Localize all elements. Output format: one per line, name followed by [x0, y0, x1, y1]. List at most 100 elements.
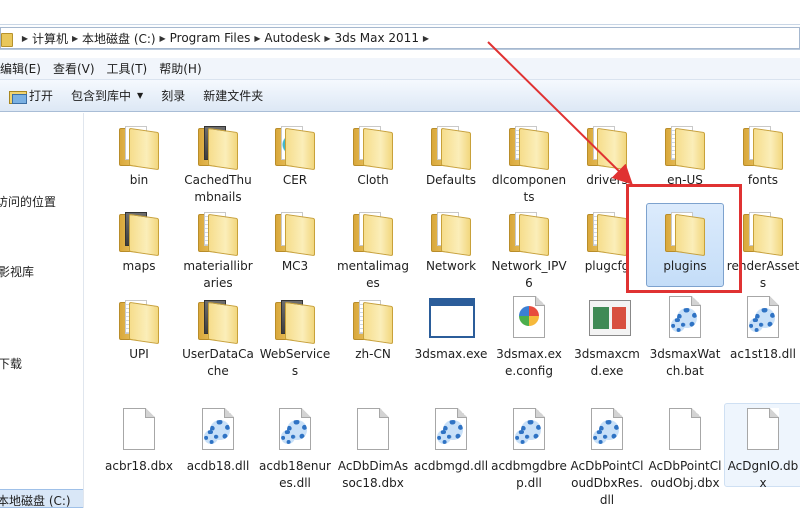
- folder-icon: [267, 206, 323, 258]
- file-item[interactable]: 3dsmax.exe: [412, 291, 490, 375]
- file-icon: [657, 406, 713, 458]
- file-item[interactable]: 3dsmax.exe.config: [490, 291, 568, 378]
- file-item[interactable]: acdbmgdbrep.dll: [490, 403, 568, 490]
- config-file-icon: [501, 294, 557, 346]
- nav-item-local-disk[interactable]: 本地磁盘 (C:): [0, 492, 71, 508]
- file-item[interactable]: MC3: [256, 203, 334, 287]
- folder-icon: [501, 206, 557, 258]
- file-item[interactable]: acdb18enures.dll: [256, 403, 334, 490]
- file-item[interactable]: materiallibraries: [179, 203, 257, 290]
- file-item[interactable]: Network: [412, 203, 490, 287]
- file-item[interactable]: maps: [100, 203, 178, 287]
- file-name: CER: [282, 173, 308, 187]
- file-name: UserDataCache: [182, 347, 254, 378]
- file-item[interactable]: Cloth: [334, 117, 412, 201]
- file-item[interactable]: CER: [256, 117, 334, 201]
- file-name: 3dsmax.exe.config: [496, 347, 562, 378]
- new-folder-button[interactable]: 新建文件夹: [194, 84, 272, 108]
- chevron-right-icon[interactable]: ▶: [323, 28, 331, 48]
- folder-icon: [423, 206, 479, 258]
- folder-icon: [579, 120, 635, 172]
- file-item[interactable]: WebServices: [256, 291, 334, 378]
- file-item[interactable]: bin: [100, 117, 178, 201]
- breadcrumb-computer[interactable]: 计算机: [29, 28, 71, 48]
- file-item[interactable]: acdbmgd.dll: [412, 403, 490, 487]
- open-label: 打开: [29, 89, 54, 103]
- include-library-label: 包含到库中: [71, 89, 132, 103]
- file-name: MC3: [281, 259, 309, 273]
- breadcrumb-autodesk[interactable]: Autodesk: [261, 28, 323, 48]
- file-item[interactable]: 3dsmaxcmd.exe: [568, 291, 646, 378]
- folder-icon: [190, 294, 246, 346]
- file-item[interactable]: ac1st18.dll: [724, 291, 800, 375]
- file-list[interactable]: bin CachedThumbnails CER Cloth Defaults dlcom…: [86, 113, 800, 508]
- folder-icon: [267, 120, 323, 172]
- folder-icon: [735, 120, 791, 172]
- nav-item-recent-places[interactable]: 访问的位置: [0, 193, 56, 210]
- menu-tools[interactable]: 工具(T): [101, 60, 154, 77]
- console-app-icon: [579, 294, 635, 346]
- file-name: ac1st18.dll: [730, 347, 796, 361]
- open-icon: [9, 90, 27, 104]
- file-name: dlcomponents: [491, 173, 567, 204]
- folder-icon: [1, 31, 13, 47]
- nav-item-videos[interactable]: 影视库: [0, 263, 34, 280]
- file-item[interactable]: Defaults: [412, 117, 490, 201]
- folder-icon: [190, 206, 246, 258]
- gear-icon: [267, 406, 323, 458]
- folder-icon: [111, 120, 167, 172]
- breadcrumb-local-disk[interactable]: 本地磁盘 (C:): [79, 28, 159, 48]
- caret-down-icon: ▼: [137, 91, 144, 100]
- file-item[interactable]: AcDbPointCloudObj.dbx: [646, 403, 724, 490]
- file-item[interactable]: Network_IPV6: [490, 203, 568, 290]
- file-item[interactable]: zh-CN: [334, 291, 412, 375]
- gear-icon: [190, 406, 246, 458]
- file-item[interactable]: 3dsmaxWatch.bat: [646, 291, 724, 378]
- file-name: AcDbPointCloudObj.dbx: [648, 459, 722, 490]
- folder-icon: [657, 120, 713, 172]
- file-item[interactable]: acbr18.dbx: [100, 403, 178, 487]
- menu-help[interactable]: 帮助(H): [153, 60, 207, 77]
- highlight-box: [626, 184, 742, 293]
- folder-icon: [501, 120, 557, 172]
- burn-button[interactable]: 刻录: [152, 84, 194, 108]
- file-item[interactable]: AcDbPointCloudDbxRes.dll: [568, 403, 646, 507]
- file-item[interactable]: UserDataCache: [179, 291, 257, 378]
- file-name: materiallibraries: [183, 259, 253, 290]
- gear-icon: [735, 294, 791, 346]
- file-name: mentalimages: [336, 259, 410, 290]
- file-item[interactable]: AcDgnIO.dbx: [724, 403, 800, 490]
- file-name: acbr18.dbx: [105, 459, 173, 473]
- file-name: UPI: [129, 347, 149, 361]
- folder-icon: [423, 120, 479, 172]
- gear-icon: [579, 406, 635, 458]
- include-in-library-button[interactable]: 包含到库中 ▼: [62, 84, 152, 108]
- menu-edit[interactable]: 编辑(E): [0, 60, 47, 77]
- file-item[interactable]: AcDbDimAssoc18.dbx: [334, 403, 412, 490]
- gear-icon: [501, 406, 557, 458]
- chevron-right-icon[interactable]: ▶: [253, 28, 261, 48]
- file-item[interactable]: CachedThumbnails: [179, 117, 257, 204]
- chevron-right-icon[interactable]: ▶: [159, 28, 167, 48]
- menu-view[interactable]: 查看(V): [47, 60, 101, 77]
- chevron-right-icon[interactable]: ▶: [71, 28, 79, 48]
- breadcrumb-program-files[interactable]: Program Files: [167, 28, 254, 48]
- file-name: AcDbPointCloudDbxRes.dll: [570, 459, 644, 507]
- file-name: Defaults: [425, 173, 477, 187]
- file-name: acdbmgdbrep.dll: [491, 459, 567, 490]
- nav-item-downloads[interactable]: 下载: [0, 355, 22, 372]
- file-item[interactable]: acdb18.dll: [179, 403, 257, 487]
- menu-bar: 编辑(E) 查看(V) 工具(T) 帮助(H): [0, 58, 800, 80]
- file-item[interactable]: dlcomponents: [490, 117, 568, 204]
- application-icon: [423, 294, 479, 346]
- folder-icon: [345, 294, 401, 346]
- breadcrumb-3dsmax[interactable]: 3ds Max 2011: [331, 28, 421, 48]
- file-item[interactable]: UPI: [100, 291, 178, 375]
- file-item[interactable]: mentalimages: [334, 203, 412, 290]
- file-name: bin: [129, 173, 149, 187]
- chevron-right-icon[interactable]: ▶: [422, 28, 430, 48]
- chevron-right-icon[interactable]: ▶: [21, 28, 29, 48]
- address-bar[interactable]: ▶ 计算机 ▶ 本地磁盘 (C:) ▶ Program Files ▶ Auto…: [0, 24, 800, 50]
- open-button[interactable]: 打开: [0, 84, 62, 108]
- navigation-pane[interactable]: 访问的位置 影视库 下载 本地磁盘 (C:): [0, 113, 84, 508]
